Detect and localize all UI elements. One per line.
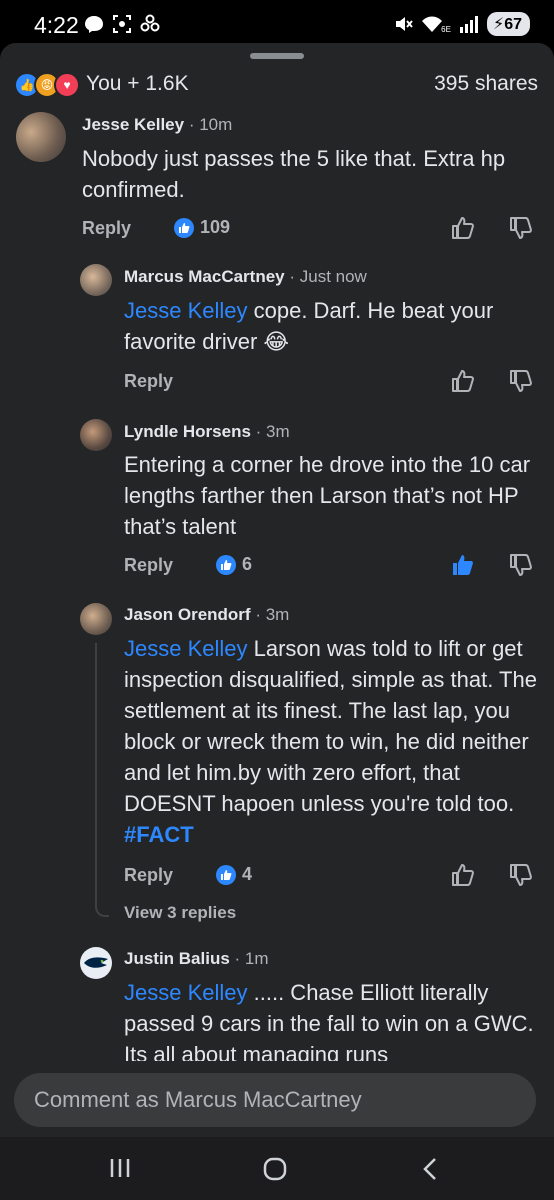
thumbs-down-icon[interactable] <box>508 215 534 241</box>
comment-author[interactable]: Jason Orendorf · 3m <box>124 605 289 625</box>
comment-text: Jesse Kelley ..... Chase Elliott literal… <box>124 980 534 1067</box>
avatar[interactable] <box>80 264 112 296</box>
like-count[interactable]: 109 <box>174 217 230 238</box>
comment-time: · 3m <box>255 422 290 441</box>
comment-input-placeholder: Comment as Marcus MacCartney <box>34 1087 362 1112</box>
like-count-value: 6 <box>242 554 253 574</box>
recent-apps-icon[interactable] <box>108 1157 132 1179</box>
avatar[interactable] <box>80 947 112 979</box>
pinwheel-icon <box>140 14 160 32</box>
comment-author[interactable]: Marcus MacCartney · Just now <box>124 267 367 287</box>
comment-author[interactable]: Justin Balius · 1m <box>124 949 269 969</box>
notification-icons <box>84 14 160 34</box>
thumbs-down-icon[interactable] <box>508 552 534 578</box>
messenger-icon <box>85 16 103 33</box>
thumbs-up-icon[interactable] <box>450 862 476 888</box>
comment-author[interactable]: Jesse Kelley · 10m <box>82 115 232 135</box>
reactions-summary[interactable]: 👍 😡 ♥ You + 1.6K 395 shares <box>14 69 538 99</box>
status-time: 4:22 <box>34 12 79 38</box>
mute-icon <box>396 17 413 31</box>
reaction-icons: 👍 😡 ♥ <box>14 72 80 98</box>
thumbs-up-filled-icon[interactable] <box>450 552 476 578</box>
thumbs-down-icon[interactable] <box>508 368 534 394</box>
comment-time: · Just now <box>289 267 367 286</box>
battery-indicator: ⚡67 <box>486 12 530 36</box>
comment-time: · 3m <box>255 605 290 624</box>
like-count-value: 109 <box>200 217 231 237</box>
system-icons: 6E ⚡67 <box>393 12 530 36</box>
thumbs-up-icon[interactable] <box>450 368 476 394</box>
mention-link[interactable]: Jesse Kelley <box>124 298 248 323</box>
comment-author[interactable]: Lyndle Horsens · 3m <box>124 422 290 442</box>
comment-input[interactable]: Comment as Marcus MacCartney <box>14 1073 536 1127</box>
comment-text: Jesse Kelley Larson was told to lift or … <box>124 636 537 847</box>
like-badge-icon <box>216 554 236 575</box>
comment-text: Jesse Kelley cope. Darf. He beat your fa… <box>124 298 494 354</box>
reply-button[interactable]: Reply <box>124 865 173 886</box>
thumbs-up-icon[interactable] <box>450 215 476 241</box>
sheet-drag-handle[interactable] <box>250 53 304 59</box>
seahawks-logo-icon <box>84 957 108 968</box>
home-icon[interactable] <box>263 1157 287 1181</box>
view-replies-button[interactable]: View 3 replies <box>124 903 236 923</box>
mention-link[interactable]: Jesse Kelley <box>124 636 248 661</box>
avatar[interactable] <box>16 112 66 162</box>
like-badge-icon <box>174 217 194 238</box>
like-count[interactable]: 6 <box>216 554 252 575</box>
shares-count[interactable]: 395 shares <box>434 72 538 96</box>
comment-text: Entering a corner he drove into the 10 c… <box>124 452 531 539</box>
comment-time: · 10m <box>188 115 233 134</box>
mention-link[interactable]: Jesse Kelley <box>124 980 248 1005</box>
laughing-emoji: 😂 <box>263 329 290 354</box>
hashtag-link[interactable]: #FACT <box>124 822 194 847</box>
comment-time: · 1m <box>234 949 269 968</box>
scan-icon <box>113 15 131 33</box>
thumbs-down-icon[interactable] <box>508 862 534 888</box>
thread-line <box>95 643 109 917</box>
love-reaction-icon: ♥ <box>54 72 80 98</box>
back-icon[interactable] <box>420 1157 440 1181</box>
avatar[interactable] <box>80 419 112 451</box>
reactions-label[interactable]: You + 1.6K <box>86 72 189 96</box>
battery-level: 67 <box>504 16 522 33</box>
reply-button[interactable]: Reply <box>124 371 173 392</box>
avatar[interactable] <box>80 603 112 635</box>
like-badge-icon <box>216 864 236 885</box>
comments-sheet: 👍 😡 ♥ You + 1.6K 395 shares Jesse Kelley… <box>0 43 554 1137</box>
like-count[interactable]: 4 <box>216 864 252 885</box>
like-count-value: 4 <box>242 864 253 884</box>
system-nav-bar <box>0 1137 554 1200</box>
comment-text: Nobody just passes the 5 like that. Extr… <box>82 146 506 202</box>
wifi-icon: 6E <box>421 14 451 34</box>
wifi-label: 6E <box>441 25 451 34</box>
reply-button[interactable]: Reply <box>82 218 131 239</box>
reply-button[interactable]: Reply <box>124 555 173 576</box>
signal-icon <box>459 16 478 33</box>
